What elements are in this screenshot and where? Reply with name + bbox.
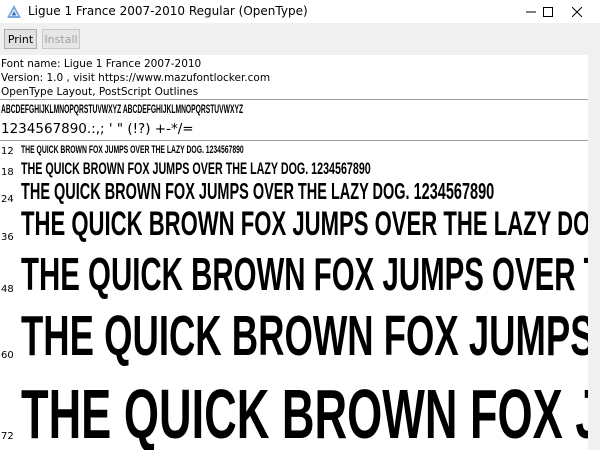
sample-size-label: 72 (1, 431, 14, 442)
sample-text-72: THE QUICK BROWN FOX JUMPS OVER THE LAZY … (21, 375, 588, 450)
maximize-icon (543, 6, 553, 17)
charset-numbers: 1234567890.:,; ' " (!?) +-*/= (1, 121, 194, 137)
charset-letters: ABCDEFGHIJKLMNOPQRSTUVWXYZ ABCDEFGHIJKLM… (1, 102, 244, 116)
sample-size-label: 36 (1, 232, 14, 243)
font-info: Font name: Ligue 1 France 2007-2010 Vers… (1, 57, 270, 99)
font-name-text: Font name: Ligue 1 France 2007-2010 (1, 58, 202, 70)
close-button[interactable] (554, 0, 600, 23)
sample-size-label: 12 (1, 146, 14, 157)
install-button[interactable]: Install (42, 29, 80, 49)
title-bar: Ligue 1 France 2007-2010 Regular (OpenTy… (0, 0, 600, 23)
font-viewer-icon (7, 5, 21, 18)
sample-size-label: 18 (1, 167, 14, 178)
toolbar: Print Install (0, 23, 600, 56)
sample-text-12: THE QUICK BROWN FOX JUMPS OVER THE LAZY … (21, 144, 244, 156)
close-icon (572, 6, 582, 17)
divider (0, 99, 588, 100)
window-title: Ligue 1 France 2007-2010 Regular (OpenTy… (28, 4, 308, 18)
sample-size-label: 48 (1, 284, 14, 295)
sample-text-24: THE QUICK BROWN FOX JUMPS OVER THE LAZY … (21, 178, 495, 204)
divider (0, 140, 588, 141)
sample-text-36: THE QUICK BROWN FOX JUMPS OVER THE LAZY … (21, 205, 588, 243)
sample-size-label: 24 (1, 194, 14, 205)
font-version-text: Version: 1.0 , visit https://www.mazufon… (1, 72, 271, 84)
sample-text-48: THE QUICK BROWN FOX JUMPS OVER THE LAZY … (21, 248, 588, 300)
font-preview-area: Font name: Ligue 1 France 2007-2010 Vers… (0, 55, 588, 450)
sample-text-18: THE QUICK BROWN FOX JUMPS OVER THE LAZY … (21, 159, 371, 178)
font-format-text: OpenType Layout, PostScript Outlines (1, 86, 199, 98)
vertical-scrollbar[interactable] (588, 55, 600, 450)
sample-size-label: 60 (1, 350, 14, 361)
sample-text-60: THE QUICK BROWN FOX JUMPS OVER THE LAZY … (21, 304, 588, 368)
print-button[interactable]: Print (4, 29, 37, 49)
